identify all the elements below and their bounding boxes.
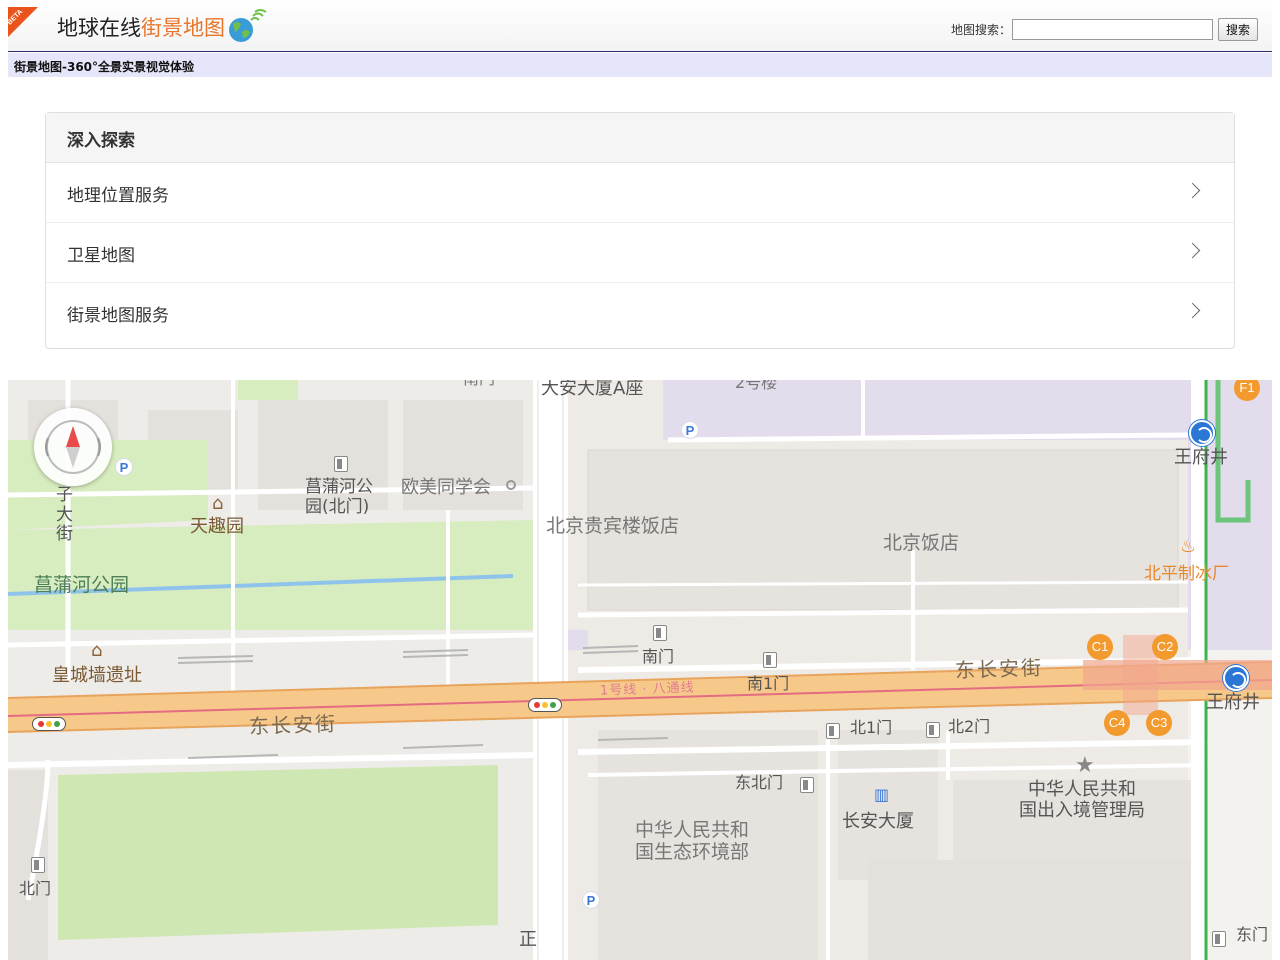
label-daan-building[interactable]: 大安大厦A座 [541,380,643,400]
site-header: BETA 地球在线街景地图 地图搜索： 搜索 [8,0,1272,52]
label-dongchangan-west: 东长安街 [248,711,338,739]
explore-item-streetview-service[interactable]: 街景地图服务 [46,283,1234,343]
explore-panel: 深入探索 地理位置服务 卫星地图 街景地图服务 [45,112,1235,349]
label-tianqu[interactable]: 天趣园 [190,516,244,538]
gate-icon [800,777,814,793]
label-street-vertical: 子 大 街 [56,485,73,545]
label-eco-ministry[interactable]: 中华人民共和 国生态环境部 [635,819,749,864]
label-oumei[interactable]: 欧美同学会 [401,477,491,499]
parking-icon[interactable]: P [582,891,600,909]
subway-station-icon[interactable] [1223,665,1249,691]
office-building-icon: ▥ [874,785,890,804]
label-zheng: 正 [519,929,537,950]
explore-item-satellite-map[interactable]: 卫星地图 [46,223,1234,283]
traffic-light-icon [32,717,66,731]
label-changan-building[interactable]: 长安大厦 [842,811,914,833]
explore-item-label: 地理位置服务 [67,186,169,206]
explore-item-label: 街景地图服务 [67,306,169,326]
metro-exit-c3[interactable]: C3 [1146,710,1172,736]
explore-item-label: 卫星地图 [67,246,135,266]
label-top-gate: 南门 [463,380,495,388]
gate-icon [926,722,940,738]
label-wangfujing-top[interactable]: 王府井 [1174,447,1228,469]
search-label: 地图搜索： [951,23,1012,37]
metro-exit-c2[interactable]: C2 [1152,634,1178,660]
government-star-icon: ★ [1075,753,1095,778]
chevron-right-icon [1184,182,1201,199]
map-search-input[interactable] [1012,19,1213,40]
gate-icon [763,652,777,668]
label-south-gate-1: 南1门 [747,674,790,693]
traffic-light-icon [528,698,562,712]
parking-icon[interactable]: P [681,421,699,439]
poi-dot-icon [506,480,516,490]
parking-icon[interactable]: P [115,458,133,476]
gate-icon [334,456,348,472]
label-beiping-ice[interactable]: 北平制冰厂 [1144,564,1229,585]
label-dongchangan-east: 东长安街 [954,655,1044,683]
label-wall-ruins[interactable]: 皇城墙遗址 [52,665,142,687]
chevron-right-icon [1184,242,1201,259]
gate-icon [653,625,667,641]
subway-station-icon[interactable] [1189,420,1215,446]
search-button[interactable]: 搜索 [1218,18,1258,41]
site-logo[interactable]: 地球在线街景地图 [57,12,225,42]
label-guibin-hotel[interactable]: 北京贵宾楼饭店 [546,515,679,538]
beta-ribbon: BETA [8,7,38,37]
landmark-icon: ⌂ [91,640,103,661]
gate-icon [31,857,45,873]
label-changpu-park[interactable]: 菖蒲河公园 [34,574,129,597]
subtitle-bar: 街景地图-360°全景实景视觉体验 [8,53,1272,77]
label-changpu-north-gate[interactable]: 菖蒲河公 园(北门) [305,477,373,517]
map-canvas [8,380,1272,960]
logo-text-main: 地球在线 [57,16,141,40]
label-immigration-bureau[interactable]: 中华人民共和 国出入境管理局 [1019,779,1145,821]
label-east-gate: 东门 [1236,925,1269,944]
explore-title: 深入探索 [46,113,1234,163]
globe-icon [229,9,267,42]
gate-icon [826,723,840,739]
pavilion-icon: ⌂ [212,493,224,514]
compass-icon [45,420,101,474]
label-north-gate-1: 北1门 [850,718,893,737]
label-wangfujing-station[interactable]: 王府井 [1206,692,1260,714]
chevron-right-icon [1184,302,1201,319]
metro-exit-c4[interactable]: C4 [1104,710,1130,736]
compass-control[interactable] [34,408,112,486]
label-south-gate: 南门 [642,647,675,666]
explore-item-location-service[interactable]: 地理位置服务 [46,163,1234,223]
label-north-gate-2: 北2门 [948,717,991,736]
restaurant-icon: ♨ [1180,536,1197,557]
logo-text-accent: 街景地图 [141,16,225,40]
gate-icon [1212,931,1226,947]
label-building-2: 2号楼 [735,380,778,392]
metro-exit-c1[interactable]: C1 [1087,634,1113,660]
street-map[interactable]: P P P C1 C2 C3 C4 F1 ⌂ ⌂ ♨ ★ ▥ 南门 大安大厦A座… [8,380,1272,960]
label-east-north-gate: 东北门 [735,773,784,792]
label-north-gate: 北门 [19,879,52,898]
label-beijing-hotel[interactable]: 北京饭店 [883,532,959,555]
